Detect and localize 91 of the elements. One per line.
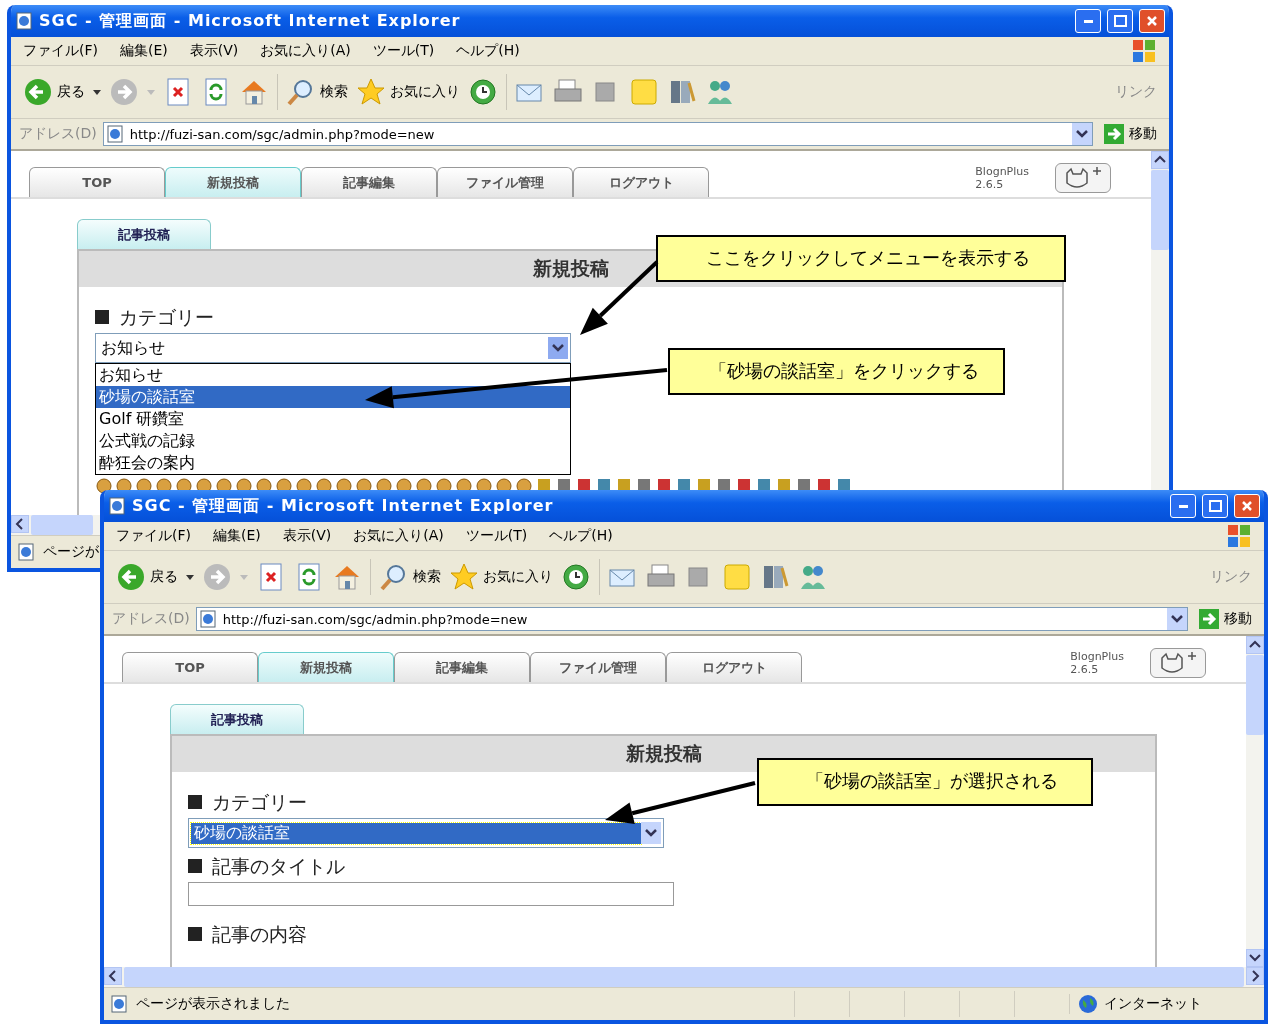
page-icon (105, 124, 126, 144)
menu-item[interactable]: ツール(T) (372, 42, 435, 60)
menu-item[interactable]: 編集(E) (120, 42, 168, 60)
status-text: ページが (43, 543, 100, 561)
dropdown-option[interactable]: 公式戦の記録 (96, 430, 570, 452)
menu-item[interactable]: 編集(E) (213, 527, 261, 545)
field-label: 記事の内容 (188, 922, 1139, 948)
flag-icon (1131, 38, 1157, 64)
search-button[interactable]: 検索 (379, 562, 441, 592)
menu-item[interactable]: 表示(V) (282, 527, 332, 545)
status-text: ページが表示されました (136, 995, 291, 1013)
scrollbar-thumb[interactable] (124, 967, 1244, 987)
menu-item[interactable]: ファイル(F) (23, 42, 98, 60)
address-label: アドレス(D) (112, 610, 190, 628)
callout-box: 「砂場の談話室」が選択される (757, 758, 1093, 806)
page-icon (108, 496, 126, 516)
menu-item[interactable]: ファイル(F) (116, 527, 191, 545)
version-text: BlognPlus 2.6.5 (1070, 650, 1124, 676)
page-icon (110, 994, 130, 1014)
address-field[interactable]: http://fuzi-san.com/sgc/admin.php?mode=new (102, 122, 1093, 146)
minimize-button[interactable] (1075, 9, 1101, 33)
menu-item[interactable]: 表示(V) (189, 42, 239, 60)
menu-item[interactable]: ヘルプ(H) (549, 527, 613, 545)
search-button[interactable]: 検索 (286, 77, 348, 107)
tab[interactable]: 新規投稿 (258, 652, 394, 682)
dropdown-option[interactable]: お知らせ (96, 364, 570, 386)
close-button[interactable] (1234, 494, 1260, 518)
category-dropdown[interactable]: 砂場の談話室 (188, 818, 664, 848)
field-label: カテゴリー (95, 305, 1046, 331)
tab[interactable]: ファイル管理 (437, 167, 573, 197)
callout-box: 「砂場の談話室」をクリックする (668, 348, 1005, 395)
history-icon[interactable] (468, 77, 498, 107)
favorites-button[interactable]: お気に入り (449, 562, 553, 592)
cat-plus-button[interactable] (1055, 163, 1111, 193)
back-button[interactable]: 戻る (116, 562, 178, 592)
menu-item[interactable]: お気に入り(A) (260, 42, 351, 60)
cat-plus-icon (1063, 165, 1103, 191)
callout-box: ここをクリックしてメニューを表示する (656, 235, 1066, 282)
minimize-button[interactable] (1170, 494, 1196, 518)
window-title: SGC - 管理画面 - Microsoft Internet Explorer (39, 10, 462, 32)
go-button[interactable]: 移動 (1099, 123, 1161, 145)
scrollbar-thumb[interactable] (1151, 170, 1169, 250)
tab[interactable]: TOP (122, 652, 258, 682)
page-icon (15, 11, 33, 31)
category-dropdown[interactable]: お知らせ (95, 333, 571, 363)
version-text: BlognPlus 2.6.5 (975, 165, 1029, 191)
flag-icon (1226, 523, 1252, 549)
tab[interactable]: 新規投稿 (165, 167, 301, 197)
maximize-button[interactable] (1202, 494, 1228, 518)
maximize-icon (1207, 498, 1223, 514)
title-input[interactable] (188, 882, 674, 906)
tab[interactable]: 記事編集 (301, 167, 437, 197)
field-label: 記事のタイトル (188, 854, 1139, 880)
close-button[interactable] (1139, 9, 1165, 33)
zone-label: インターネット (1104, 995, 1202, 1013)
globe-icon (1078, 994, 1098, 1014)
panel-title: 新規投稿 (532, 256, 609, 281)
tab[interactable]: 記事投稿 (77, 219, 211, 249)
cat-plus-button[interactable] (1150, 648, 1206, 678)
minimize-icon (1178, 504, 1188, 508)
star-icon (449, 562, 479, 592)
tab[interactable]: 記事投稿 (170, 704, 304, 734)
menu-item[interactable]: ヘルプ(H) (456, 42, 520, 60)
caret-icon[interactable] (93, 88, 101, 96)
scrollbar-thumb[interactable] (31, 515, 93, 535)
dropdown-option[interactable]: Golf 研鑽室 (96, 408, 570, 430)
tab[interactable]: ファイル管理 (530, 652, 666, 682)
maximize-button[interactable] (1107, 9, 1133, 33)
favorites-button[interactable]: お気に入り (356, 77, 460, 107)
go-button[interactable]: 移動 (1194, 608, 1256, 630)
menu-item[interactable]: お気に入り(A) (353, 527, 444, 545)
menu-item[interactable]: ツール(T) (465, 527, 528, 545)
address-label: アドレス(D) (19, 125, 97, 143)
dropdown-option[interactable]: 砂場の談話室 (96, 386, 570, 408)
panel-title: 新規投稿 (625, 741, 702, 766)
star-icon (356, 77, 386, 107)
page-icon (198, 609, 219, 629)
tab[interactable]: ログアウト (666, 652, 802, 682)
page-icon (17, 542, 37, 562)
cat-plus-icon (1158, 650, 1198, 676)
history-icon[interactable] (561, 562, 591, 592)
tab[interactable]: ログアウト (573, 167, 709, 197)
dropdown-option[interactable]: 酔狂会の案内 (96, 452, 570, 474)
back-button[interactable]: 戻る (23, 77, 85, 107)
address-field[interactable]: http://fuzi-san.com/sgc/admin.php?mode=new (195, 607, 1188, 631)
maximize-icon (1112, 13, 1128, 29)
tab[interactable]: 記事編集 (394, 652, 530, 682)
window-title: SGC - 管理画面 - Microsoft Internet Explorer (132, 495, 555, 517)
tab[interactable]: TOP (29, 167, 165, 197)
scrollbar-thumb[interactable] (1246, 655, 1264, 735)
minimize-icon (1083, 19, 1093, 23)
